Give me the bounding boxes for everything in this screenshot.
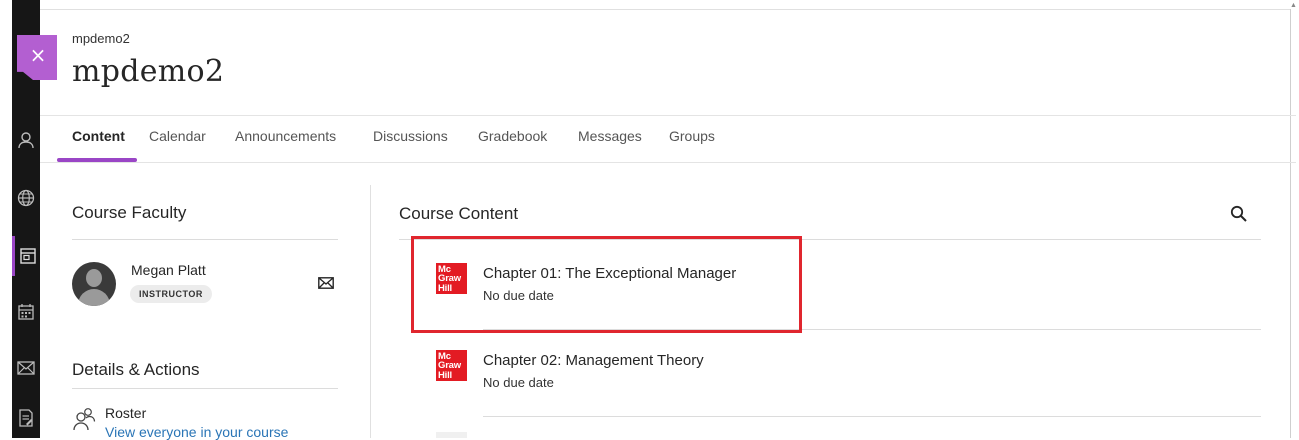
divider bbox=[483, 416, 1261, 417]
next-item-logo bbox=[436, 432, 467, 438]
profile-icon[interactable] bbox=[12, 120, 40, 160]
avatar[interactable] bbox=[72, 262, 116, 306]
tab-messages[interactable]: Messages bbox=[578, 128, 642, 144]
mail-icon[interactable] bbox=[12, 348, 40, 388]
left-edge bbox=[0, 0, 12, 438]
content-item-due: No due date bbox=[483, 375, 554, 390]
globe-icon[interactable] bbox=[12, 178, 40, 218]
mcgraw-hill-logo: Mc Graw Hill bbox=[436, 350, 467, 381]
course-tabs-bar bbox=[40, 115, 1296, 163]
grades-icon[interactable] bbox=[12, 398, 40, 438]
tab-announcements[interactable]: Announcements bbox=[235, 128, 336, 144]
column-divider bbox=[370, 185, 371, 438]
divider bbox=[72, 388, 338, 389]
tab-discussions[interactable]: Discussions bbox=[373, 128, 448, 144]
highlight-box bbox=[411, 236, 802, 333]
content-item-title[interactable]: Chapter 02: Management Theory bbox=[483, 352, 704, 369]
course-content-heading: Course Content bbox=[399, 204, 519, 223]
close-icon: × bbox=[29, 43, 47, 67]
active-tab-indicator bbox=[57, 158, 137, 162]
calendar-icon[interactable] bbox=[12, 292, 40, 332]
scrollbar-track[interactable] bbox=[1290, 9, 1291, 438]
roster-label: Roster bbox=[105, 405, 147, 421]
courses-icon[interactable] bbox=[12, 236, 40, 276]
search-content-button[interactable] bbox=[1230, 205, 1248, 223]
breadcrumb: mpdemo2 bbox=[72, 31, 130, 46]
roster-icon bbox=[72, 406, 98, 432]
tab-groups[interactable]: Groups bbox=[669, 128, 715, 144]
tab-calendar[interactable]: Calendar bbox=[149, 128, 206, 144]
faculty-name[interactable]: Megan Platt bbox=[131, 262, 206, 278]
divider bbox=[72, 239, 338, 240]
course-panel bbox=[40, 9, 1290, 439]
search-icon bbox=[1230, 205, 1247, 222]
envelope-icon bbox=[318, 277, 334, 289]
page-title: mpdemo2 bbox=[72, 54, 225, 89]
details-actions-heading: Details & Actions bbox=[72, 360, 200, 379]
tab-content[interactable]: Content bbox=[72, 128, 125, 144]
tab-gradebook[interactable]: Gradebook bbox=[478, 128, 547, 144]
scroll-up-icon[interactable]: ▲ bbox=[1290, 2, 1297, 9]
message-instructor-button[interactable] bbox=[318, 276, 334, 289]
course-faculty-heading: Course Faculty bbox=[72, 203, 187, 222]
role-badge: INSTRUCTOR bbox=[130, 285, 212, 303]
